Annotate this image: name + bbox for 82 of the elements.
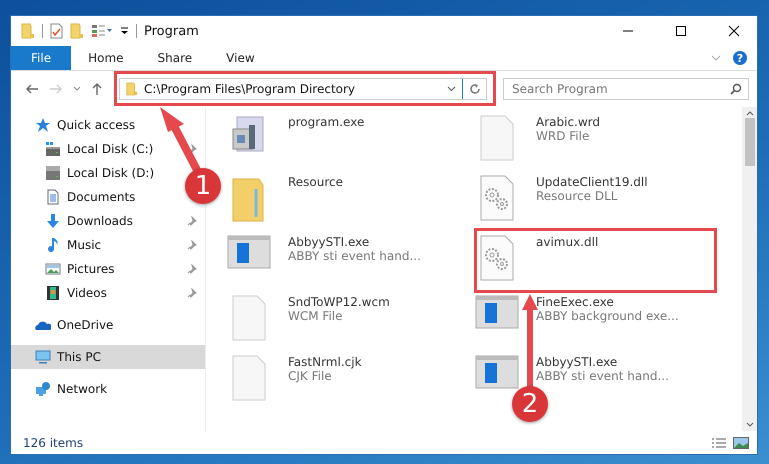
nav-item[interactable]: Downloads <box>45 213 133 229</box>
properties-icon[interactable] <box>50 23 63 39</box>
ribbon-tab[interactable]: Home <box>71 46 141 70</box>
file-name[interactable]: AbbyySTI.exe <box>288 235 421 249</box>
nav-item[interactable]: Documents <box>45 189 136 205</box>
window-icon <box>227 235 271 269</box>
help-icon[interactable]: ? <box>733 51 747 65</box>
file-name[interactable]: Arabic.wrd <box>536 115 600 129</box>
document-icon <box>232 355 266 401</box>
expand-ribbon-icon[interactable] <box>711 55 721 61</box>
scroll-thumb[interactable] <box>744 118 754 166</box>
pin-icon[interactable] <box>187 264 197 274</box>
file-type: ABBY sti event hand... <box>288 249 421 263</box>
ribbon-tab[interactable]: Share <box>140 46 210 70</box>
file-name[interactable]: avimux.dll <box>536 235 598 249</box>
details-view-icon[interactable] <box>711 436 727 448</box>
scrollbar[interactable] <box>742 107 757 431</box>
file-name[interactable]: SndToWP12.wcm <box>288 295 390 309</box>
address-bar[interactable]: C:\Program Files\Program Directory <box>119 78 487 100</box>
nav-item[interactable]: Quick access <box>35 117 136 133</box>
file-type: WCM File <box>288 309 344 323</box>
star-icon <box>35 117 51 133</box>
window-icon <box>475 295 519 329</box>
document-icon <box>480 115 514 161</box>
refresh-icon <box>468 83 480 95</box>
pc-icon <box>35 349 51 365</box>
file-type: CJK File <box>288 369 333 383</box>
pictures-icon <box>45 261 61 277</box>
download-icon <box>45 213 61 229</box>
nav-item[interactable]: OneDrive <box>35 317 114 333</box>
document-icon <box>45 189 61 205</box>
scroll-down-icon[interactable] <box>746 422 754 428</box>
window-title: Program <box>144 24 199 38</box>
large-icons-view-icon[interactable] <box>733 436 749 448</box>
up-button[interactable] <box>91 82 103 96</box>
window-icon <box>475 355 519 389</box>
pin-icon[interactable] <box>187 216 197 226</box>
chevron-down-icon <box>73 86 81 92</box>
ribbon-tab[interactable]: File <box>11 46 72 70</box>
recent-dropdown-button[interactable] <box>73 86 81 92</box>
view-dropdown-icon[interactable] <box>91 24 113 38</box>
nav-item[interactable]: Local Disk (C:) <box>45 141 154 157</box>
file-type: Resource DLL <box>536 189 618 203</box>
gears-document-icon <box>480 175 514 221</box>
scroll-up-icon[interactable] <box>746 110 754 116</box>
file-type: ABBY background exe... <box>536 309 679 323</box>
drive-win-icon <box>45 141 61 157</box>
nav-item[interactable]: Pictures <box>45 261 115 277</box>
up-arrow-icon <box>91 82 103 96</box>
search-field[interactable]: Search Program <box>503 78 749 100</box>
drive-icon <box>45 165 61 181</box>
file-name[interactable]: FineExec.exe <box>536 295 679 309</box>
nav-item[interactable]: Local Disk (D:) <box>45 165 154 181</box>
pin-icon[interactable] <box>187 288 197 298</box>
gears-document-icon <box>480 235 514 281</box>
nav-item[interactable]: Network <box>35 381 108 397</box>
file-name[interactable]: AbbyySTI.exe <box>536 355 669 369</box>
customize-caret-icon[interactable] <box>120 27 129 35</box>
forward-arrow-icon <box>49 83 63 95</box>
item-count: 126 items <box>23 436 84 450</box>
close-icon <box>728 25 740 37</box>
file-type: ABBY sti event hand... <box>536 369 669 383</box>
nav-item[interactable]: Videos <box>45 285 107 301</box>
search-icon <box>730 83 742 95</box>
file-name[interactable]: Resource <box>288 175 344 189</box>
maximize-icon <box>675 25 687 37</box>
videos-icon <box>45 285 61 301</box>
dropdown-caret-icon[interactable] <box>447 86 456 92</box>
file-name[interactable]: program.exe <box>288 115 364 129</box>
file-name[interactable]: FastNrml.cjk <box>288 355 362 369</box>
document-icon <box>232 295 266 341</box>
folder-icon <box>126 82 138 96</box>
network-icon <box>35 381 51 397</box>
nav-item[interactable]: Music <box>45 237 102 253</box>
back-arrow-icon <box>25 83 39 95</box>
pin-icon[interactable] <box>187 240 197 250</box>
back-button[interactable] <box>25 83 39 95</box>
file-type: WRD File <box>536 129 590 143</box>
folder-icon <box>21 23 35 39</box>
ribbon-tab[interactable]: View <box>209 46 272 70</box>
file-name[interactable]: UpdateClient19.dll <box>536 175 648 189</box>
new-folder-icon <box>70 23 84 39</box>
